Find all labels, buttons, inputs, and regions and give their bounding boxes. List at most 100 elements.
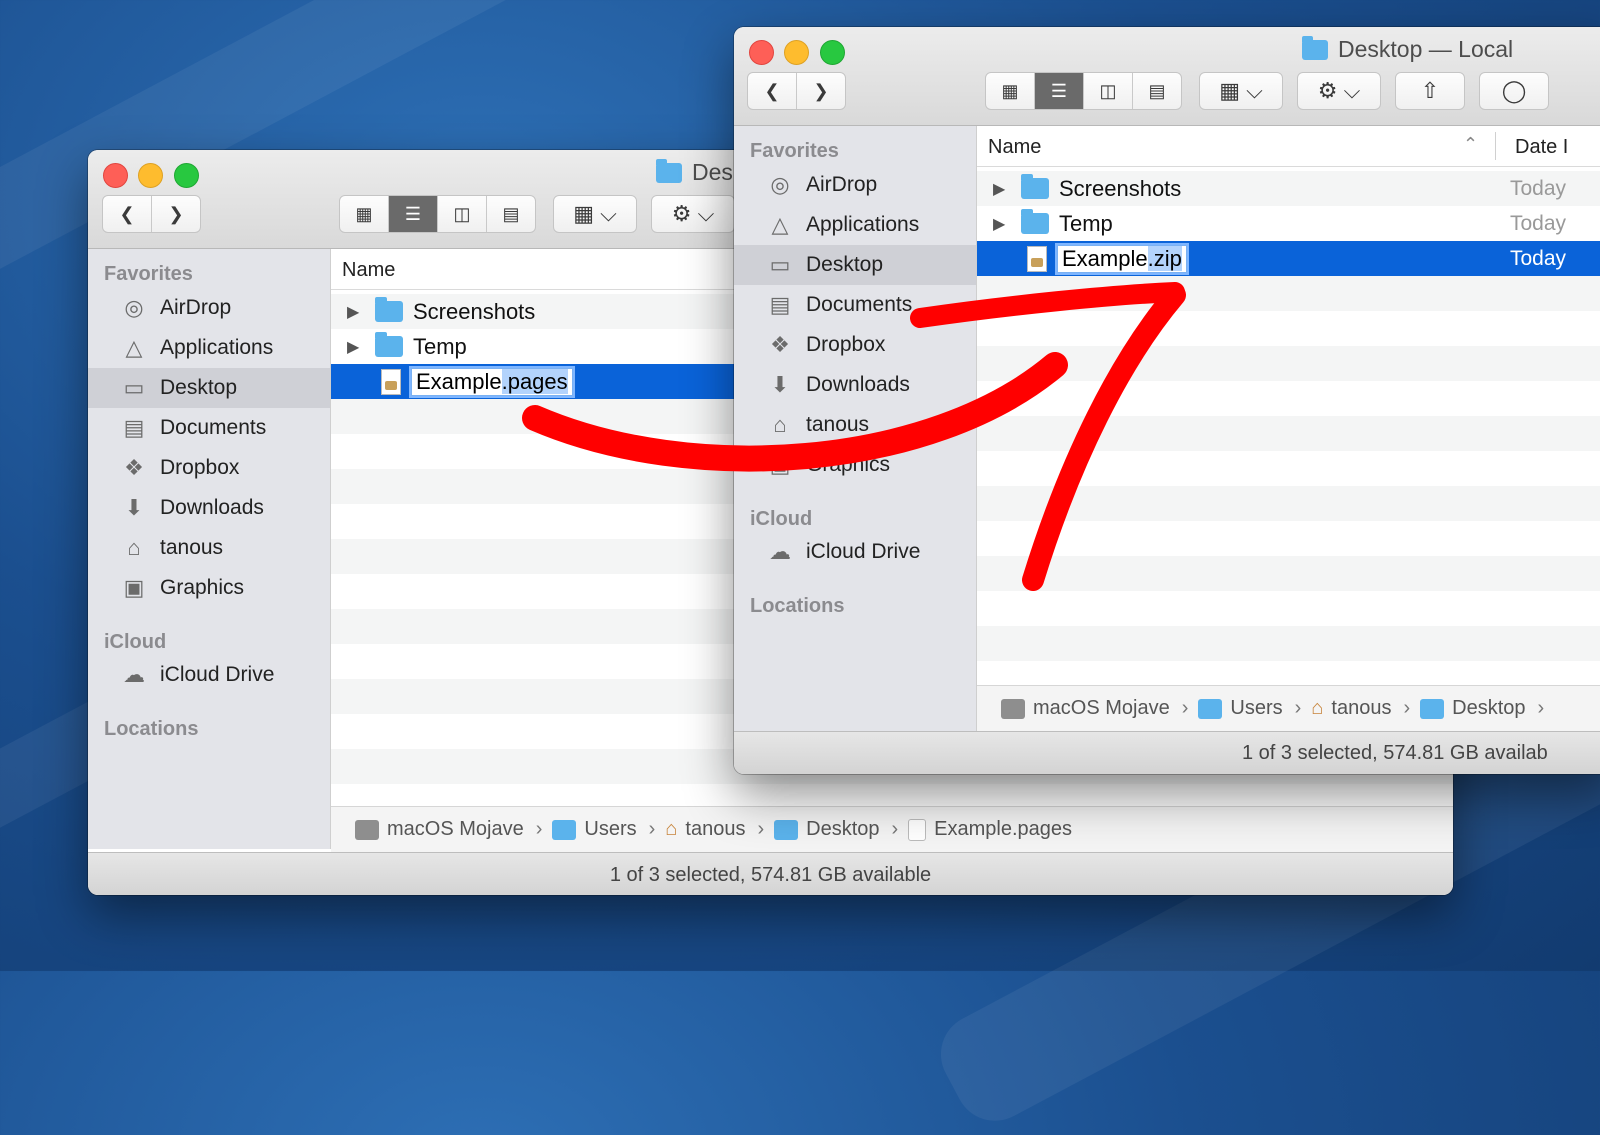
sidebar-heading-locations: Locations: [750, 595, 845, 617]
nav-buttons: ❮ ❯: [102, 195, 201, 233]
titlebar: Desktop — Local ❮ ❯ ▦ ☰ ◫ ▤ ▦ ⌵ ⚙ ⌵ ⇧ ◯: [734, 27, 1600, 126]
desktop-icon: ▭: [769, 252, 791, 277]
group-button[interactable]: ▦ ⌵: [1199, 72, 1283, 110]
chevron-right-icon: ›: [891, 818, 899, 840]
sidebar-item-dropbox[interactable]: ❖ Dropbox: [88, 448, 330, 488]
list-view-button[interactable]: ☰: [389, 196, 438, 232]
window-title: Desktop — Local: [1302, 35, 1513, 63]
empty-row: [977, 556, 1600, 591]
dropbox-icon: ❖: [124, 455, 144, 480]
gallery-view-button[interactable]: ▤: [487, 196, 535, 232]
path-item-file[interactable]: Example.pages: [908, 818, 1072, 841]
sidebar-item-tanous[interactable]: ⌂ tanous: [734, 405, 976, 445]
gallery-icon: ▤: [502, 203, 520, 224]
applications-icon: △: [125, 335, 143, 360]
sidebar-item-documents[interactable]: ▤ Documents: [734, 285, 976, 325]
desktop-icon: ▭: [123, 375, 145, 400]
folder-icon: [1198, 698, 1223, 719]
minimize-button[interactable]: [138, 163, 163, 188]
forward-button[interactable]: ❯: [797, 73, 845, 109]
sidebar-item-downloads[interactable]: ⬇ Downloads: [734, 365, 976, 405]
disclosure-triangle-icon[interactable]: ▶: [347, 302, 359, 322]
share-button[interactable]: ⇧: [1395, 72, 1465, 110]
path-item-desktop[interactable]: Desktop: [774, 818, 880, 841]
column-header-name[interactable]: Name: [988, 136, 1041, 159]
downloads-icon: ⬇: [770, 372, 790, 397]
disk-icon: [355, 819, 379, 840]
path-item-home[interactable]: ⌂ tanous: [665, 818, 745, 841]
chevron-right-icon: ›: [1181, 697, 1189, 719]
column-view-button[interactable]: ◫: [1084, 73, 1133, 109]
path-item-disk[interactable]: macOS Mojave: [1001, 697, 1170, 720]
path-item-users[interactable]: Users: [552, 818, 637, 841]
finder-window-front: Desktop — Local ❮ ❯ ▦ ☰ ◫ ▤ ▦ ⌵ ⚙ ⌵ ⇧ ◯ …: [734, 27, 1600, 774]
empty-row: [977, 276, 1600, 311]
pages-document-icon: [908, 818, 927, 841]
file-row-example-zip[interactable]: Example.zip Today: [977, 241, 1600, 276]
sidebar-heading-locations: Locations: [104, 718, 199, 740]
icon-view-button[interactable]: ▦: [986, 73, 1035, 109]
path-item-users[interactable]: Users: [1198, 697, 1283, 720]
file-row-screenshots[interactable]: ▶ Screenshots Today: [977, 171, 1600, 206]
sidebar-item-airdrop[interactable]: ◎ AirDrop: [734, 165, 976, 205]
back-button[interactable]: ❮: [748, 73, 797, 109]
disclosure-triangle-icon[interactable]: ▶: [993, 179, 1005, 199]
sort-ascending-icon[interactable]: ⌃: [1463, 134, 1478, 155]
path-item-disk[interactable]: macOS Mojave: [355, 818, 524, 841]
action-button[interactable]: ⚙ ⌵: [1297, 72, 1381, 110]
sidebar-item-desktop[interactable]: ▭ Desktop: [734, 245, 976, 285]
folder-icon: [1021, 174, 1049, 199]
forward-button[interactable]: ❯: [152, 196, 200, 232]
group-icon: ▦ ⌵: [573, 201, 617, 226]
empty-row: [977, 626, 1600, 661]
sidebar-item-applications[interactable]: △ Applications: [734, 205, 976, 245]
sidebar-item-graphics[interactable]: ▣ Graphics: [88, 568, 330, 608]
back-button[interactable]: ❮: [103, 196, 152, 232]
path-item-desktop[interactable]: Desktop: [1420, 697, 1526, 720]
list-icon: ☰: [404, 203, 422, 224]
sidebar-item-tanous[interactable]: ⌂ tanous: [88, 528, 330, 568]
minimize-button[interactable]: [784, 40, 809, 65]
sidebar-item-documents[interactable]: ▤ Documents: [88, 408, 330, 448]
gallery-view-button[interactable]: ▤: [1133, 73, 1181, 109]
action-button[interactable]: ⚙ ⌵: [651, 195, 735, 233]
sidebar-item-airdrop[interactable]: ◎ AirDrop: [88, 288, 330, 328]
column-divider[interactable]: [1495, 132, 1496, 160]
close-button[interactable]: [749, 40, 774, 65]
column-view-button[interactable]: ◫: [438, 196, 487, 232]
close-button[interactable]: [103, 163, 128, 188]
cloud-icon: ☁: [769, 539, 791, 564]
sidebar-item-icloud-drive[interactable]: ☁ iCloud Drive: [88, 655, 330, 695]
chevron-right-icon: ❯: [168, 203, 184, 224]
icon-view-button[interactable]: ▦: [340, 196, 389, 232]
zoom-button[interactable]: [820, 40, 845, 65]
column-header-date[interactable]: Date I: [1515, 136, 1568, 159]
disclosure-triangle-icon[interactable]: ▶: [347, 337, 359, 357]
folder-icon: ▣: [769, 452, 791, 477]
path-bar: macOS Mojave › Users › ⌂ tanous › Desktop › E…: [331, 806, 1453, 852]
sidebar-heading-favorites: Favorites: [104, 263, 193, 285]
chevron-right-icon: ›: [1537, 697, 1545, 719]
sidebar-item-desktop[interactable]: ▭ Desktop: [88, 368, 330, 408]
zoom-button[interactable]: [174, 163, 199, 188]
documents-icon: ▤: [769, 292, 791, 317]
group-button[interactable]: ▦ ⌵: [553, 195, 637, 233]
folder-icon: [375, 332, 403, 357]
chevron-right-icon: ›: [1403, 697, 1411, 719]
sidebar: Favorites ◎ AirDrop △ Applications ▭ Deskto…: [88, 249, 331, 849]
sidebar: Favorites ◎ AirDrop △ Applications ▭ Deskto…: [734, 126, 977, 774]
sidebar-item-icloud-drive[interactable]: ☁ iCloud Drive: [734, 532, 976, 572]
file-row-temp[interactable]: ▶ Temp Today: [977, 206, 1600, 241]
sidebar-item-graphics[interactable]: ▣ Graphics: [734, 445, 976, 485]
disclosure-triangle-icon[interactable]: ▶: [993, 214, 1005, 234]
folder-icon: [774, 819, 799, 840]
empty-row: [977, 346, 1600, 381]
list-view-button[interactable]: ☰: [1035, 73, 1084, 109]
sidebar-item-downloads[interactable]: ⬇ Downloads: [88, 488, 330, 528]
rename-field[interactable]: Example.pages: [411, 367, 573, 396]
rename-field[interactable]: Example.zip: [1057, 244, 1187, 273]
path-item-home[interactable]: ⌂ tanous: [1311, 697, 1391, 720]
sidebar-item-dropbox[interactable]: ❖ Dropbox: [734, 325, 976, 365]
sidebar-item-applications[interactable]: △ Applications: [88, 328, 330, 368]
tags-button[interactable]: ◯: [1479, 72, 1549, 110]
